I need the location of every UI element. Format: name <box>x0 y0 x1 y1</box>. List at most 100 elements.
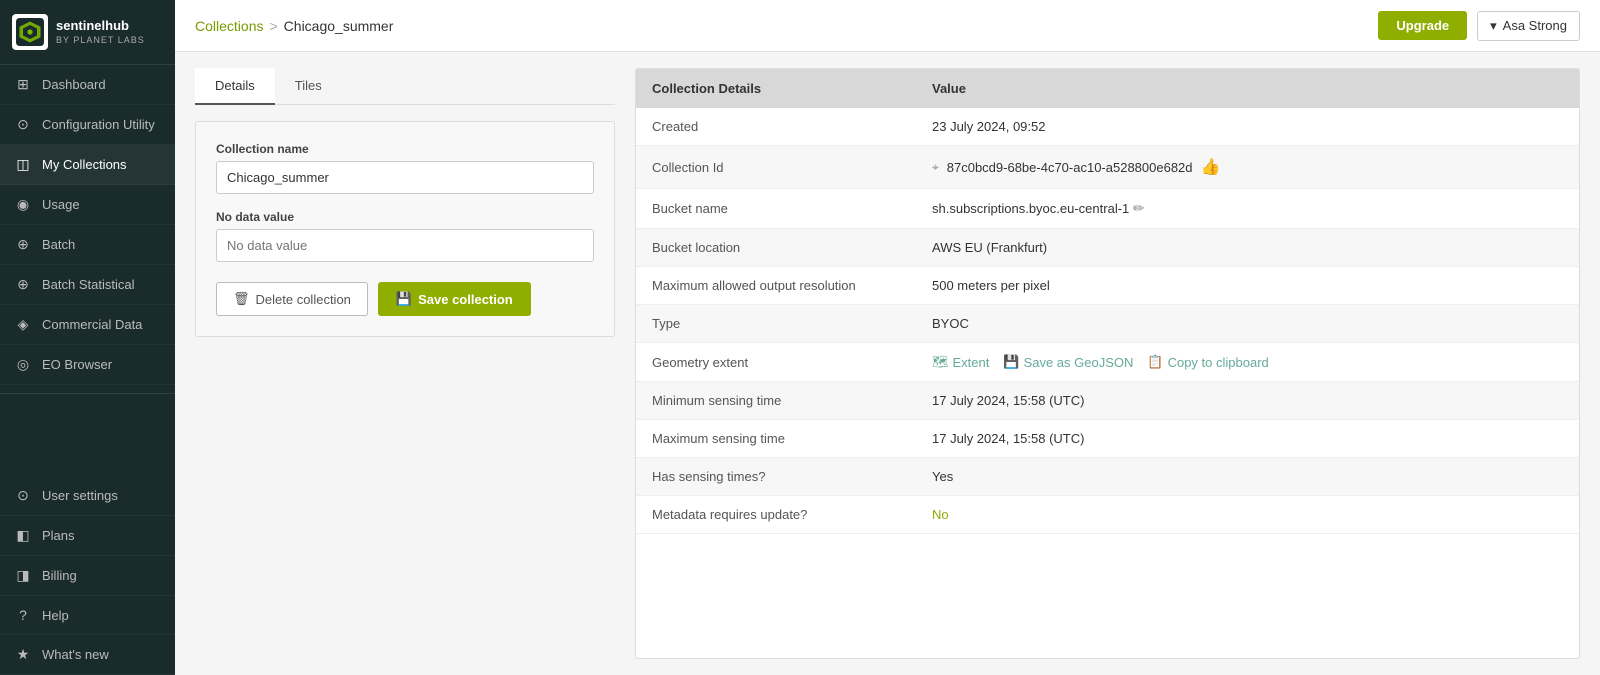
table-row: Metadata requires update? No <box>636 496 1579 534</box>
delete-btn-label: Delete collection <box>256 292 351 307</box>
batch-stat-icon: ⊕ <box>14 276 32 293</box>
row-label: Maximum allowed output resolution <box>636 267 916 305</box>
sidebar-item-my-collections[interactable]: ◫ My Collections <box>0 145 175 185</box>
geo-link-copy-clipboard[interactable]: 📋 Copy to clipboard <box>1147 354 1268 370</box>
table-row: Maximum sensing time17 July 2024, 15:58 … <box>636 420 1579 458</box>
geo-link-label: Save as GeoJSON <box>1024 355 1134 370</box>
sidebar: sentinelhub by PLANET LABS ⊞ Dashboard ⊙… <box>0 0 175 675</box>
no-data-value-input[interactable] <box>216 229 594 262</box>
sidebar-item-label: Billing <box>42 568 77 583</box>
right-panel: Collection Details Value Created23 July … <box>635 68 1580 659</box>
breadcrumb: Collections > Chicago_summer <box>195 18 393 34</box>
sidebar-item-label: Commercial Data <box>42 317 142 332</box>
metadata-no-value: No <box>932 507 949 522</box>
row-label: Maximum sensing time <box>636 420 916 458</box>
row-value: BYOC <box>916 305 1579 343</box>
batch-icon: ⊕ <box>14 236 32 253</box>
sidebar-item-billing[interactable]: ◨ Billing <box>0 556 175 596</box>
sidebar-item-label: Help <box>42 608 69 623</box>
sidebar-item-eo-browser[interactable]: ◎ EO Browser <box>0 345 175 385</box>
page-header: Collections > Chicago_summer Upgrade ▾ A… <box>175 0 1600 52</box>
row-value: 17 July 2024, 15:58 (UTC) <box>916 420 1579 458</box>
usage-icon: ◉ <box>14 196 32 213</box>
sidebar-item-user-settings[interactable]: ⊙ User settings <box>0 476 175 516</box>
table-row: Created23 July 2024, 09:52 <box>636 108 1579 146</box>
plans-icon: ◧ <box>14 527 32 544</box>
user-menu-button[interactable]: ▾ Asa Strong <box>1477 11 1580 41</box>
sidebar-item-commercial-data[interactable]: ◈ Commercial Data <box>0 305 175 345</box>
sidebar-bottom: ⊙ User settings ◧ Plans ◨ Billing ? Help… <box>0 476 175 675</box>
row-value: 🗺Extent 💾 Save as GeoJSON 📋 Copy to clipboar… <box>916 343 1579 382</box>
sidebar-item-help[interactable]: ? Help <box>0 596 175 635</box>
sidebar-item-label: User settings <box>42 488 118 503</box>
upgrade-button[interactable]: Upgrade <box>1378 11 1467 40</box>
col-header-details: Collection Details <box>636 69 916 108</box>
left-panel: Details Tiles Collection name No data va… <box>195 68 615 659</box>
table-row: Collection Id⌖87c0bcd9-68be-4c70-ac10-a5… <box>636 146 1579 189</box>
collection-name-input[interactable] <box>216 161 594 194</box>
user-settings-icon: ⊙ <box>14 487 32 504</box>
sidebar-item-configuration-utility[interactable]: ⊙ Configuration Utility <box>0 105 175 145</box>
sidebar-item-label: What's new <box>42 647 109 662</box>
row-label: Metadata requires update? <box>636 496 916 534</box>
geo-link-save-geojson[interactable]: 💾 Save as GeoJSON <box>1003 354 1133 370</box>
row-label: Collection Id <box>636 146 916 189</box>
collection-name-label: Collection name <box>216 142 594 156</box>
collection-details-table: Collection Details Value Created23 July … <box>636 69 1579 534</box>
row-value: 23 July 2024, 09:52 <box>916 108 1579 146</box>
sidebar-item-batch[interactable]: ⊕ Batch <box>0 225 175 265</box>
collections-icon: ◫ <box>14 156 32 173</box>
save-collection-button[interactable]: 💾 Save collection <box>378 282 531 316</box>
user-name: Asa Strong <box>1503 18 1567 33</box>
config-icon: ⊙ <box>14 116 32 133</box>
geo-link-label: Copy to clipboard <box>1168 355 1269 370</box>
save-icon: 💾 <box>396 291 412 307</box>
sidebar-item-plans[interactable]: ◧ Plans <box>0 516 175 556</box>
table-row: Bucket namesh.subscriptions.byoc.eu-cent… <box>636 189 1579 229</box>
table-row: Has sensing times?Yes <box>636 458 1579 496</box>
content-area: Details Tiles Collection name No data va… <box>175 52 1600 675</box>
edit-icon[interactable]: ✏ <box>1133 200 1145 216</box>
row-value: AWS EU (Frankfurt) <box>916 229 1579 267</box>
billing-icon: ◨ <box>14 567 32 584</box>
logo-icon <box>12 14 48 50</box>
collection-form: Collection name No data value 🗑 Delete c… <box>195 121 615 337</box>
logo-text: sentinelhub by PLANET LABS <box>56 18 145 47</box>
sidebar-logo: sentinelhub by PLANET LABS <box>0 0 175 65</box>
no-data-value-field: No data value <box>216 210 594 262</box>
copy-clipboard-icon: 📋 <box>1147 354 1163 370</box>
sidebar-item-usage[interactable]: ◉ Usage <box>0 185 175 225</box>
breadcrumb-separator: > <box>269 18 277 34</box>
row-label: Minimum sensing time <box>636 382 916 420</box>
sidebar-item-whats-new[interactable]: ★ What's new <box>0 635 175 675</box>
tab-details[interactable]: Details <box>195 68 275 105</box>
geo-link-extent[interactable]: 🗺Extent <box>932 354 989 370</box>
tab-tiles[interactable]: Tiles <box>275 68 342 105</box>
table-row: Geometry extent 🗺Extent 💾 Save as GeoJSON 📋 C… <box>636 343 1579 382</box>
commercial-icon: ◈ <box>14 316 32 333</box>
row-value: No <box>916 496 1579 534</box>
row-label: Type <box>636 305 916 343</box>
bucket-name-text: sh.subscriptions.byoc.eu-central-1 <box>932 201 1129 216</box>
save-geojson-icon: 💾 <box>1003 354 1019 370</box>
table-row: TypeBYOC <box>636 305 1579 343</box>
sidebar-item-label: EO Browser <box>42 357 112 372</box>
delete-collection-button[interactable]: 🗑 Delete collection <box>216 282 368 316</box>
row-label: Created <box>636 108 916 146</box>
extent-icon: 🗺 <box>932 354 949 370</box>
row-label: Geometry extent <box>636 343 916 382</box>
breadcrumb-collections-link[interactable]: Collections <box>195 18 263 34</box>
cursor-icon: ⌖ <box>932 160 939 175</box>
main-content: Collections > Chicago_summer Upgrade ▾ A… <box>175 0 1600 675</box>
row-value: Yes <box>916 458 1579 496</box>
row-value: 500 meters per pixel <box>916 267 1579 305</box>
breadcrumb-current: Chicago_summer <box>284 18 394 34</box>
row-value: ⌖87c0bcd9-68be-4c70-ac10-a528800e682d 👍 <box>916 146 1579 189</box>
sidebar-item-batch-statistical[interactable]: ⊕ Batch Statistical <box>0 265 175 305</box>
collection-name-field: Collection name <box>216 142 594 194</box>
sidebar-item-label: My Collections <box>42 157 127 172</box>
form-actions: 🗑 Delete collection 💾 Save collection <box>216 282 594 316</box>
sidebar-item-dashboard[interactable]: ⊞ Dashboard <box>0 65 175 105</box>
no-data-value-label: No data value <box>216 210 594 224</box>
thumbs-up-icon: 👍 <box>1201 157 1221 177</box>
